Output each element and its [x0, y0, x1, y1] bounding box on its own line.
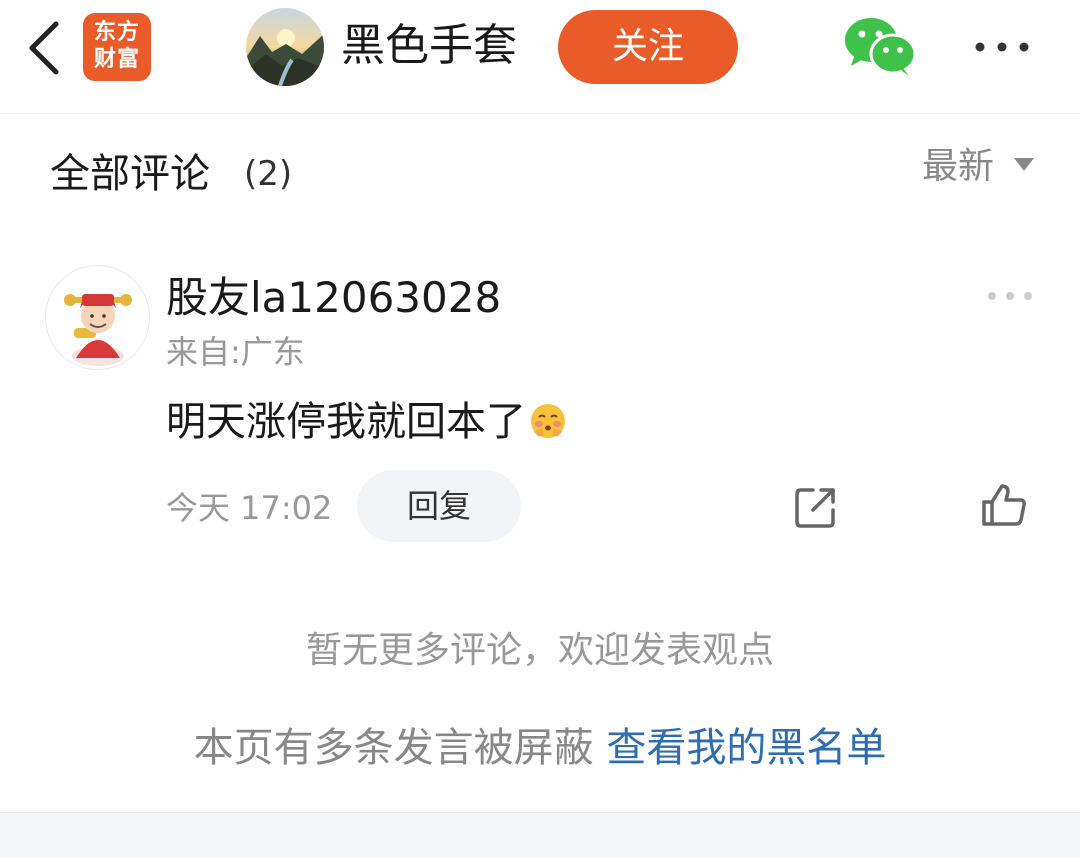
thumbs-up-icon[interactable] — [980, 482, 1028, 528]
blushing-face-emoji — [528, 400, 568, 440]
reply-button[interactable]: 回复 — [357, 470, 521, 542]
back-arrow-icon[interactable] — [18, 18, 74, 78]
comment-time: 今天 17:02 — [166, 489, 333, 527]
blocked-notice: 本页有多条发言被屏蔽 查看我的黑名单 — [0, 720, 1080, 776]
comment-username[interactable]: 股友la12063028 — [166, 270, 501, 326]
app-logo[interactable]: 东方 财富 — [83, 13, 151, 81]
avatar[interactable] — [45, 265, 150, 370]
logo-text-line2: 财富 — [93, 47, 140, 72]
comments-title: 全部评论 — [50, 151, 210, 197]
top-bar: 东方 财富 黑色手套 关注 — [0, 0, 1080, 114]
bottom-bar — [0, 812, 1080, 858]
comment-text-body: 明天涨停我就回本了 — [166, 399, 526, 445]
share-icon[interactable] — [793, 484, 839, 530]
channel-title: 黑色手套 — [341, 20, 517, 71]
caret-down-icon[interactable] — [1014, 157, 1034, 171]
sort-dropdown[interactable]: 最新 — [922, 142, 994, 192]
no-more-comments: 暂无更多评论，欢迎发表观点 — [305, 630, 774, 671]
logo-text-line1: 东方 — [93, 20, 140, 45]
blacklist-link[interactable]: 查看我的黑名单 — [606, 725, 886, 771]
follow-button[interactable]: 关注 — [558, 10, 738, 84]
comments-count: (2) — [244, 154, 293, 194]
comment-text: 明天涨停我就回本了 — [166, 394, 568, 450]
comment-location: 来自:广东 — [166, 333, 305, 371]
more-dots-icon[interactable] — [986, 286, 1034, 306]
channel-avatar[interactable] — [246, 8, 324, 86]
more-icon[interactable] — [972, 30, 1032, 64]
blocked-text: 本页有多条发言被屏蔽 — [193, 725, 607, 771]
wechat-icon[interactable] — [843, 16, 917, 78]
